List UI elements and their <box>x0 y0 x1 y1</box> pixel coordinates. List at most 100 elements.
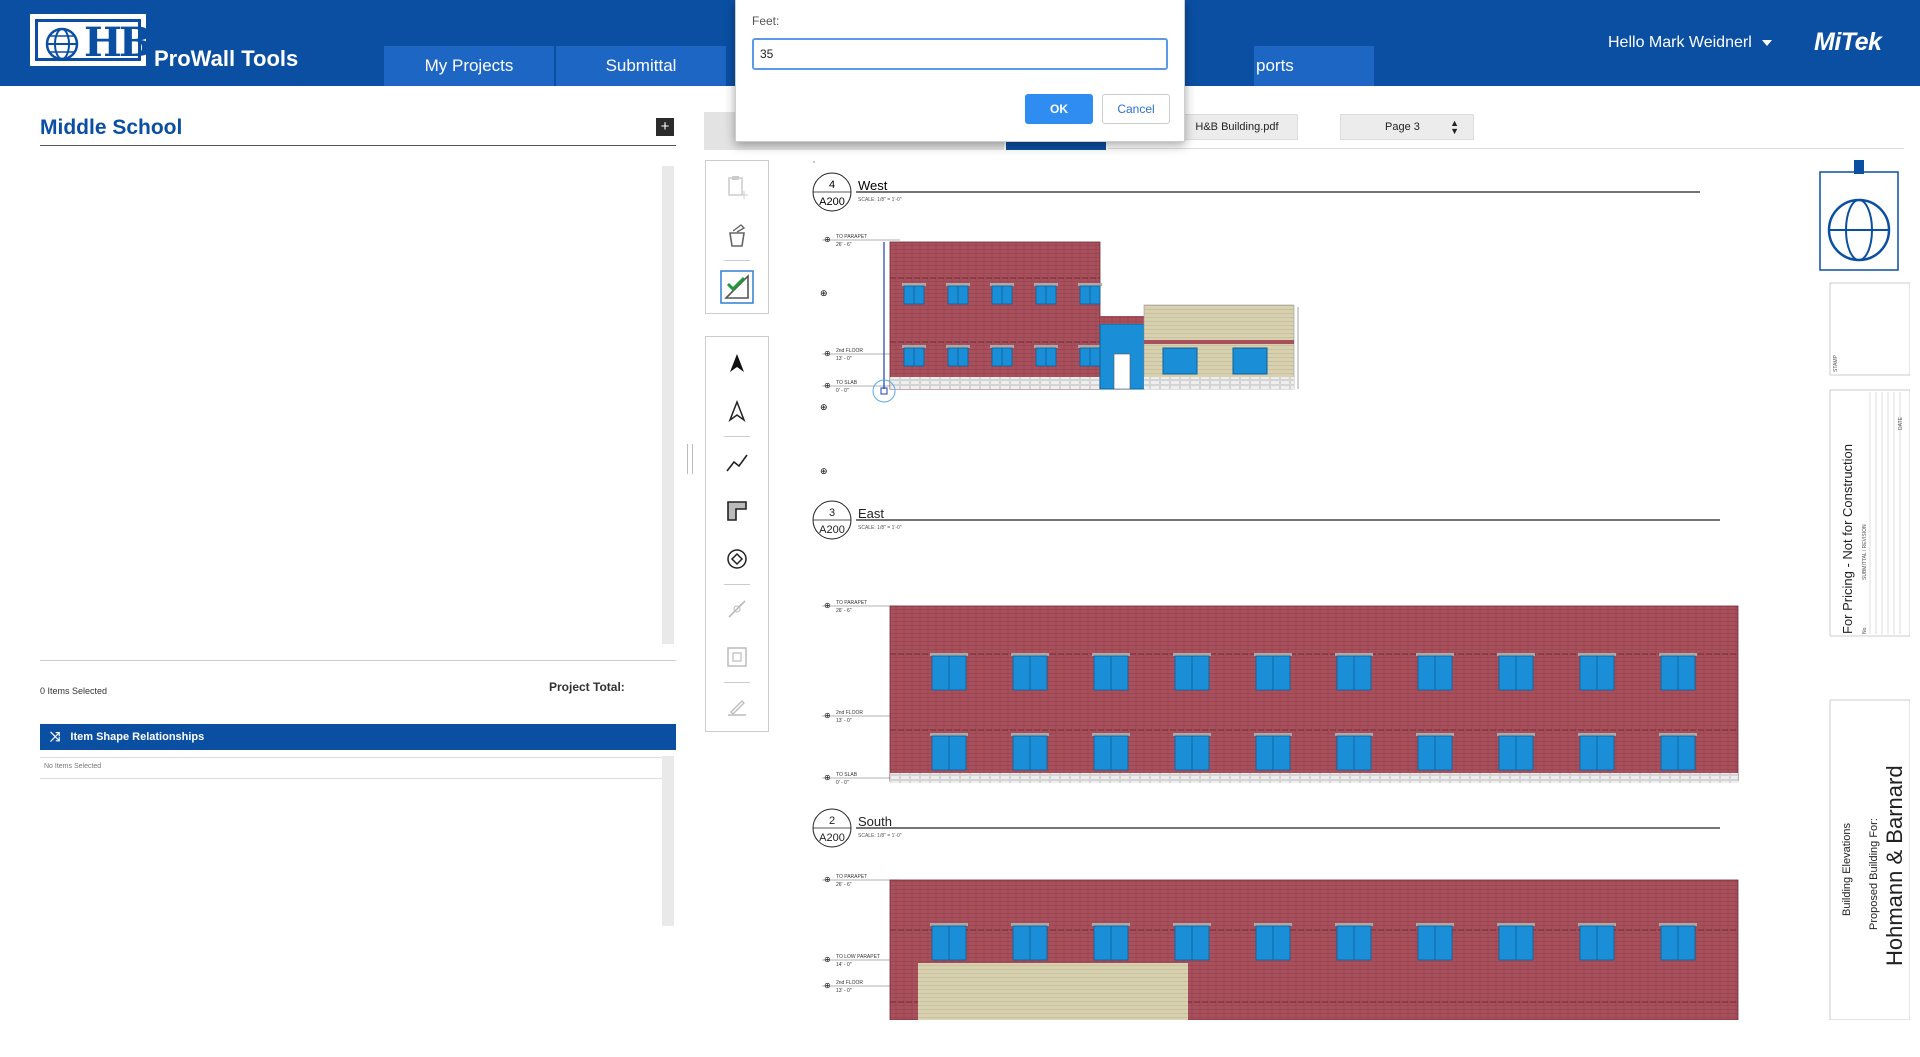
west-elevation: ⊕ TO PARAPET 26' - 6" ⊕ 2nd FLOOR 13' - 0" ⊕ TO… <box>822 234 1299 403</box>
linear-measure-tool[interactable] <box>706 587 768 631</box>
logo-frame: HB <box>35 19 153 64</box>
view-sheet: A200 <box>819 832 845 844</box>
tab-my-projects[interactable]: My Projects <box>384 46 554 86</box>
elevation-drawing[interactable]: 4 A200 West SCALE: 1/8" = 1'-0" ⊕ ⊕ ⊕ ⊕ … <box>780 150 1910 1020</box>
window-head <box>1659 733 1697 736</box>
window-head <box>1078 345 1102 348</box>
window-head <box>1034 283 1058 286</box>
view-scale: SCALE: 1/8" = 1'-0" <box>858 525 902 531</box>
stamp-label: STAMP <box>1833 354 1839 372</box>
tool-separator <box>724 436 750 437</box>
window-head <box>990 283 1014 286</box>
window-head <box>1659 923 1697 926</box>
divider <box>40 145 676 146</box>
annotation-tool[interactable] <box>706 685 768 729</box>
bucket-eraser-icon <box>729 224 746 247</box>
divider <box>40 660 676 661</box>
tool-separator <box>724 584 750 585</box>
items-scrollbar[interactable] <box>662 166 674 644</box>
window-head <box>1335 653 1373 656</box>
level-name: 2nd FLOOR <box>836 348 863 354</box>
entry-parapet <box>1100 316 1144 324</box>
ok-button[interactable]: OK <box>1025 94 1093 124</box>
level-value: 26' - 6" <box>836 882 852 888</box>
window-head <box>1416 653 1454 656</box>
view-title: East <box>858 506 884 521</box>
relationships-scrollbar[interactable] <box>662 756 674 926</box>
area-tool[interactable] <box>706 489 768 533</box>
level-value: 13' - 0" <box>836 718 852 724</box>
level-value: 26' - 6" <box>836 608 852 614</box>
arrow-outline-icon <box>728 400 746 422</box>
page-select[interactable]: Page 3 ▲ ▼ <box>1340 114 1474 140</box>
window-head <box>1335 923 1373 926</box>
pen-line-icon <box>728 700 746 716</box>
cancel-button[interactable]: Cancel <box>1102 94 1170 124</box>
feet-input[interactable] <box>752 38 1168 70</box>
window-head <box>1011 733 1049 736</box>
polyline-icon <box>726 454 748 472</box>
divider <box>1108 148 1904 149</box>
level-value: 0' - 0" <box>836 780 849 786</box>
brand-logo: MiTek <box>1814 28 1882 56</box>
direct-select-tool[interactable] <box>706 389 768 433</box>
window-head <box>1078 283 1102 286</box>
user-menu[interactable]: Hello Mark Weidnerl <box>1608 34 1772 52</box>
polyline-tool[interactable] <box>706 441 768 485</box>
drawing-canvas[interactable]: 4 A200 West SCALE: 1/8" = 1'-0" ⊕ ⊕ ⊕ ⊕ … <box>780 150 1910 1020</box>
window-head <box>1335 733 1373 736</box>
window-head <box>1173 923 1211 926</box>
window-head <box>1659 653 1697 656</box>
paste-item-tool[interactable] <box>706 165 768 209</box>
user-greeting: Hello Mark Weidnerl <box>1608 34 1752 51</box>
window-head <box>930 653 968 656</box>
page-select-value: Page 3 <box>1385 121 1420 133</box>
clear-tool[interactable] <box>706 213 768 257</box>
panel-splitter-handle[interactable] <box>687 444 693 474</box>
tab-reports[interactable]: ports <box>1254 46 1374 86</box>
view-sheet: A200 <box>819 524 845 536</box>
entry-door <box>1113 353 1131 390</box>
level-name: TO PARAPET <box>836 234 867 240</box>
window-head <box>1578 653 1616 656</box>
ruler-check-icon <box>720 270 754 304</box>
divider <box>40 757 664 758</box>
title-logo <box>1819 171 1899 271</box>
view-title: South <box>858 814 892 829</box>
add-button[interactable]: + <box>656 118 674 136</box>
window-head <box>990 345 1014 348</box>
level-marker-icon: ⊕ <box>824 711 831 720</box>
pricing-note: For Pricing - Not for Construction <box>1840 444 1855 634</box>
scale-calibrate-tool[interactable] <box>706 265 768 309</box>
annex-band <box>1144 340 1294 344</box>
arrow-solid-icon <box>730 354 744 372</box>
no-items-text: No Items Selected <box>44 763 102 770</box>
tab-submittal[interactable]: Submittal <box>556 46 726 86</box>
cutout-tool[interactable] <box>706 635 768 679</box>
proposed-label: Proposed Building For: <box>1868 818 1880 930</box>
item-shape-relationships-header[interactable]: ⤨ Item Shape Relationships <box>40 724 676 750</box>
count-tool[interactable] <box>706 537 768 581</box>
window-head <box>1416 733 1454 736</box>
window-head <box>930 733 968 736</box>
view-number: 2 <box>829 815 835 827</box>
window-head <box>946 345 970 348</box>
window-head <box>1092 653 1130 656</box>
level-marker-icon: ⊕ <box>824 875 831 884</box>
select-tool[interactable] <box>706 341 768 385</box>
view-scale: SCALE: 1/8" = 1'-0" <box>858 833 902 839</box>
shuffle-icon: ⤨ <box>50 729 61 744</box>
file-name-button[interactable]: H&B Building.pdf <box>1176 114 1298 140</box>
project-total-label: Project Total: <box>549 680 625 694</box>
submittal-label: SUBMITTAL / REVISION <box>1862 524 1868 580</box>
level-name: TO SLAB <box>836 772 858 778</box>
hb-logo[interactable]: HB <box>30 14 153 66</box>
l-shape-icon <box>727 501 747 521</box>
divider <box>40 778 664 779</box>
items-list <box>40 166 676 644</box>
window-head <box>946 283 970 286</box>
measure-line-icon <box>728 600 746 618</box>
view-sheet: A200 <box>819 196 845 208</box>
annex-wall <box>1143 304 1295 390</box>
client-name: Hohmann & Barnard <box>1882 765 1907 966</box>
